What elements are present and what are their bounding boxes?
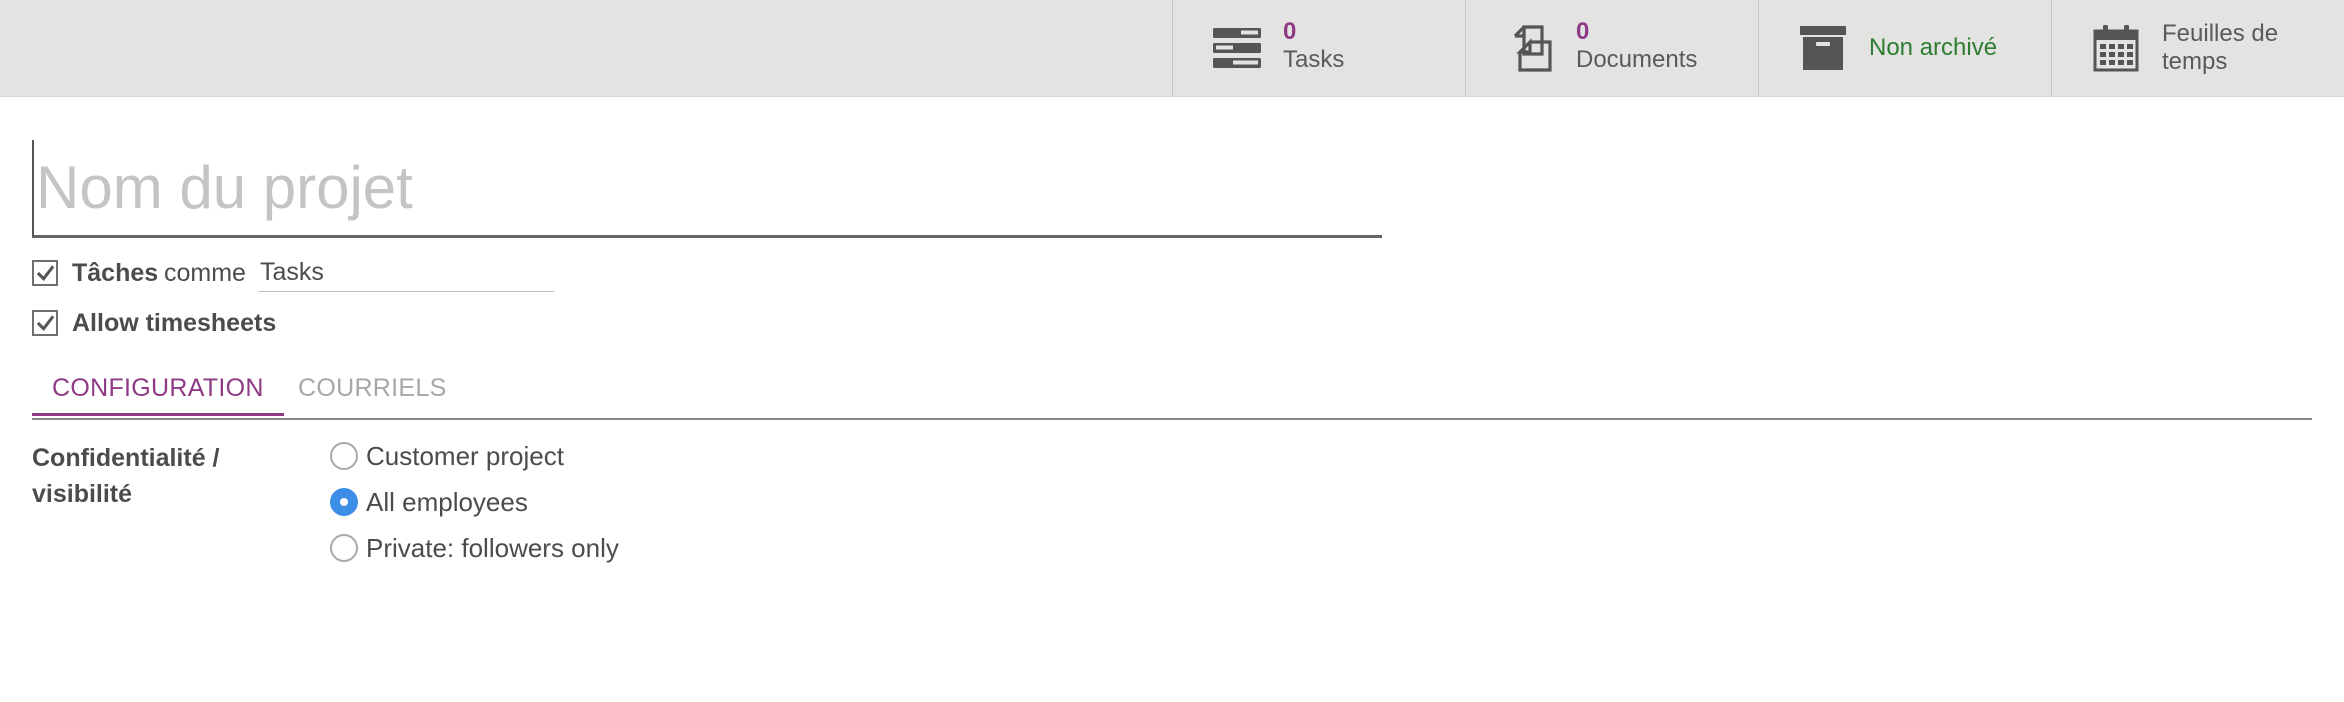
allow-timesheets-checkbox[interactable] [32, 310, 58, 336]
archive-toggle-button[interactable]: Non archivé [1758, 0, 2050, 96]
timesheets-label: Feuilles de temps [2162, 20, 2279, 75]
checkmark-icon [36, 265, 55, 281]
documents-count: 0 [1576, 18, 1590, 45]
allow-timesheets-label: Allow timesheets [72, 309, 277, 337]
documents-stat-button[interactable]: 0 Documents [1465, 0, 1757, 96]
calendar-icon [2090, 24, 2142, 72]
tasks-checkbox-label: Tâches [72, 259, 159, 287]
tasks-checkbox[interactable] [32, 260, 58, 286]
radio-label-customer-project[interactable]: Customer project [366, 440, 564, 472]
task-alias-input[interactable] [258, 254, 554, 292]
smart-button-box: 0 Tasks 0 Documents Non archivé Feuilles… [0, 0, 2344, 97]
tasks-count: 0 [1283, 18, 1297, 45]
radio-private-followers[interactable] [330, 534, 358, 562]
tasks-icon [1211, 24, 1263, 72]
radio-customer-project[interactable] [330, 442, 358, 470]
documents-label: Documents [1576, 46, 1698, 73]
radio-all-employees[interactable] [330, 488, 358, 516]
radio-label-all-employees[interactable]: All employees [366, 486, 528, 518]
project-name-input[interactable] [32, 140, 1382, 238]
form-tabs: CONFIGURATION COURRIELS [32, 362, 2312, 420]
archive-icon [1797, 24, 1849, 72]
tasks-label: Tasks [1283, 46, 1345, 73]
archive-status-label: Non archivé [1869, 34, 1998, 61]
privacy-field-label: Confidentialité / visibilité [32, 444, 220, 508]
timesheets-stat-button[interactable]: Feuilles de temps [2051, 0, 2343, 96]
tab-courriels[interactable]: COURRIELS [298, 372, 447, 416]
radio-label-private-followers[interactable]: Private: followers only [366, 532, 619, 564]
documents-icon [1504, 24, 1556, 72]
tasks-stat-button[interactable]: 0 Tasks [1172, 0, 1464, 96]
checkmark-icon [36, 315, 55, 331]
comme-text: comme [164, 259, 246, 287]
tab-configuration[interactable]: CONFIGURATION [32, 372, 284, 416]
